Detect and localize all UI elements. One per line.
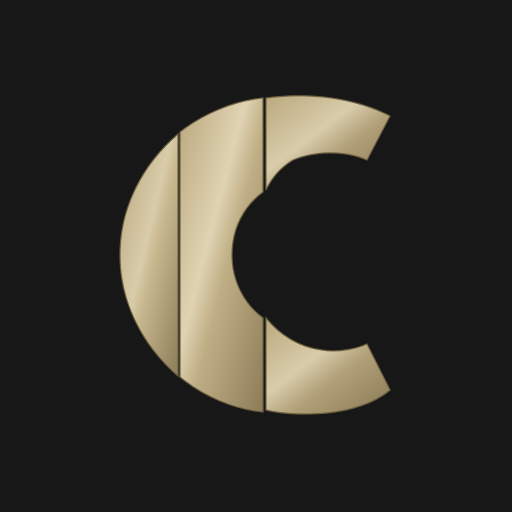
app-icon: [0, 0, 512, 512]
c-slice-left: [119, 132, 179, 378]
segmented-c-logo-icon: [119, 95, 391, 415]
c-slice-right-top: [265, 95, 391, 191]
c-slice-middle: [179, 97, 264, 413]
c-slice-right-bottom: [265, 316, 391, 415]
